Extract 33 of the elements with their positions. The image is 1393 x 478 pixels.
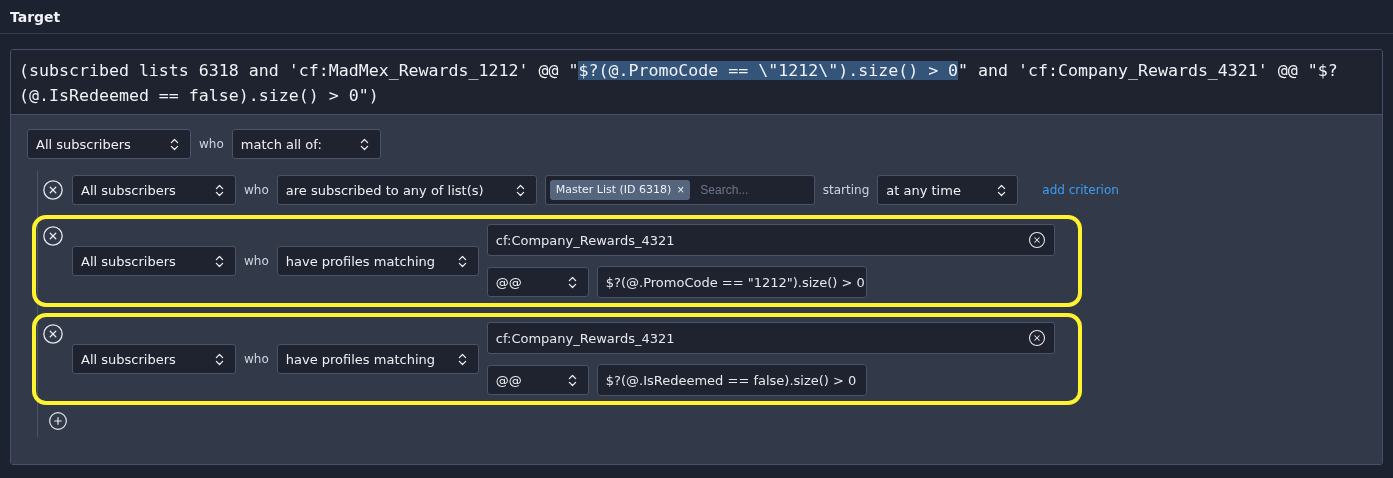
- tag-remove[interactable]: ×: [677, 183, 685, 197]
- field-input[interactable]: cf:Company_Rewards_4321: [486, 322, 1055, 354]
- value-input[interactable]: $?(@.PromoCode == "1212").size() > 0: [596, 266, 867, 298]
- who-label: who: [244, 183, 269, 197]
- clear-icon[interactable]: [1027, 231, 1046, 249]
- dropdown[interactable]: All subscribers: [72, 246, 236, 276]
- dropdown[interactable]: have profiles matching: [276, 344, 479, 374]
- who-label: who: [244, 352, 269, 366]
- who-label: who: [199, 137, 224, 151]
- dropdown[interactable]: match all of:: [231, 129, 381, 159]
- list-field[interactable]: Master List (ID 6318) × Search...: [544, 175, 815, 205]
- who-label: who: [244, 254, 269, 268]
- dropdown[interactable]: @@: [486, 267, 589, 297]
- dropdown[interactable]: are subscribed to any of list(s): [276, 175, 537, 205]
- starting-label: starting: [822, 183, 870, 197]
- clear-icon[interactable]: [1027, 329, 1046, 347]
- section-title: Target: [10, 8, 61, 25]
- query-text: (subscribed lists 6318 and 'cf:MadMex_Rewards_1212' @@ "$?(@.PromoCode == \"1212\").size() > 0" and 'cf:Company_Rewards_4321' @@ "$?(@.IsRedeemed == false).size() > 0"): [11, 50, 1382, 115]
- dropdown[interactable]: @@: [486, 365, 589, 395]
- remove-icon[interactable]: [42, 225, 64, 247]
- add-criterion-link[interactable]: add criterion: [1042, 183, 1119, 197]
- list-tag: Master List (ID 6318) ×: [549, 180, 691, 200]
- search-input[interactable]: Search...: [698, 182, 813, 198]
- dropdown[interactable]: have profiles matching: [276, 246, 479, 276]
- dropdown[interactable]: at any time: [877, 175, 1019, 205]
- field-input[interactable]: cf:Company_Rewards_4321: [486, 224, 1055, 256]
- dropdown[interactable]: All subscribers: [72, 175, 236, 205]
- add-icon[interactable]: [48, 411, 70, 433]
- value-input[interactable]: $?(@.IsRedeemed == false).size() > 0: [596, 364, 867, 396]
- dropdown[interactable]: All subscribers: [27, 129, 191, 159]
- remove-icon[interactable]: [42, 179, 64, 201]
- dropdown[interactable]: All subscribers: [72, 344, 236, 374]
- remove-icon[interactable]: [42, 323, 64, 345]
